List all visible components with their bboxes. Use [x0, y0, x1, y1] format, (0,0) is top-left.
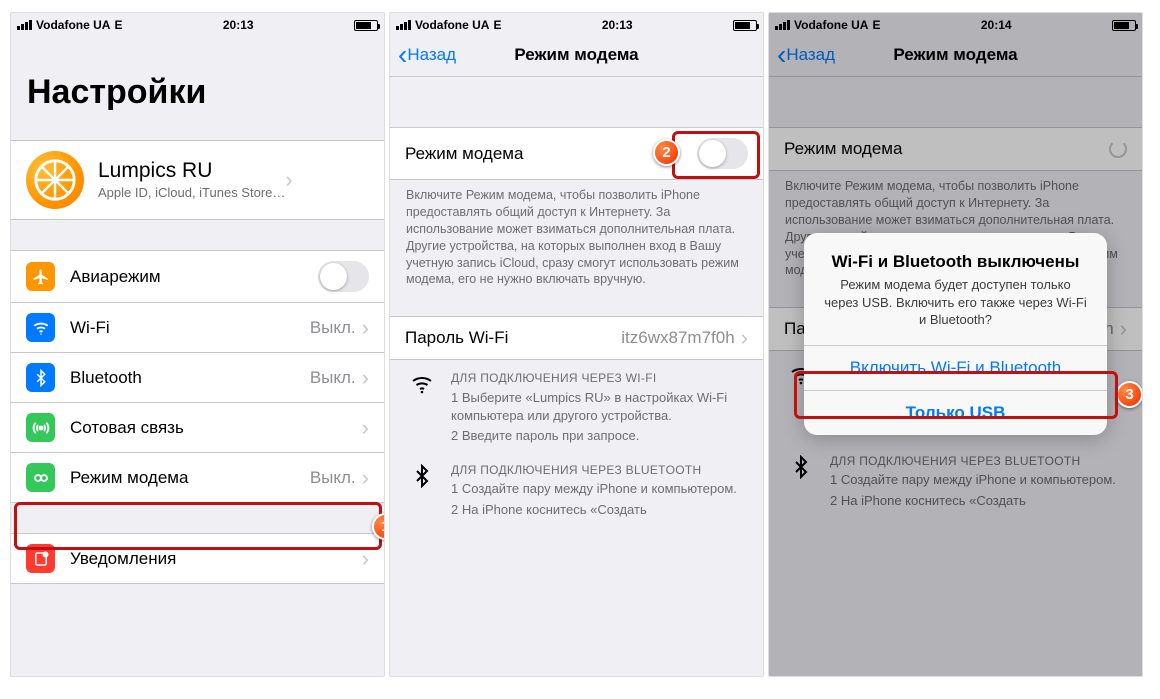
clock: 20:13	[602, 18, 633, 32]
alert-dialog: Wi-Fi и Bluetooth выключены Режим модема…	[804, 233, 1107, 435]
bluetooth-label: Bluetooth	[70, 368, 310, 388]
bluetooth-icon	[410, 462, 436, 519]
hotspot-description: Включите Режим модема, чтобы позволить i…	[390, 180, 763, 288]
hotspot-toggle[interactable]	[697, 138, 748, 169]
chevron-left-icon: ‹	[777, 41, 786, 69]
alert-message: Режим модема будет доступен только через…	[822, 276, 1089, 329]
signal-icon	[775, 20, 790, 30]
wifi-step-1: 1 Выберите «Lumpics RU» в настройках Wi-…	[451, 389, 743, 425]
hotspot-label: Режим модема	[70, 468, 310, 488]
bt-step-2: 2 На iPhone коснитесь «Создать	[451, 501, 737, 519]
carrier-label: Vodafone UA	[415, 18, 489, 32]
hotspot-toggle-label: Режим модема	[784, 139, 1109, 159]
network-label: E	[872, 18, 880, 32]
wifi-password-label: Пароль Wi-Fi	[405, 328, 621, 348]
back-label: Назад	[407, 45, 456, 65]
wifi-instructions-header: ДЛЯ ПОДКЛЮЧЕНИЯ ЧЕРЕЗ WI-FI	[451, 370, 743, 387]
avatar	[26, 151, 84, 209]
wifi-cell[interactable]: Wi-Fi Выкл. ›	[11, 302, 384, 352]
chevron-left-icon: ‹	[398, 41, 407, 69]
chevron-right-icon: ›	[362, 367, 369, 389]
callout-marker-3: 3	[1116, 381, 1143, 411]
status-bar: Vodafone UA E 20:13	[390, 13, 763, 33]
battery-icon	[354, 20, 378, 31]
carrier-label: Vodafone UA	[794, 18, 868, 32]
hotspot-toggle-cell[interactable]: Режим модема	[769, 127, 1142, 171]
wifi-step-2: 2 Введите пароль при запросе.	[451, 427, 743, 445]
screen-hotspot-alert: Vodafone UA E 20:14 ‹ Назад Режим модема…	[768, 12, 1143, 677]
wifi-label: Wi-Fi	[70, 318, 310, 338]
bluetooth-icon	[26, 363, 55, 392]
notifications-cell[interactable]: Уведомления ›	[11, 533, 384, 584]
apple-id-cell[interactable]: Lumpics RU Apple ID, iCloud, iTunes Stor…	[11, 140, 384, 220]
loading-spinner-icon	[1109, 140, 1127, 158]
chevron-right-icon: ›	[362, 548, 369, 570]
wifi-instructions: ДЛЯ ПОДКЛЮЧЕНИЯ ЧЕРЕЗ WI-FI 1 Выберите «…	[390, 360, 763, 445]
chevron-right-icon: ›	[362, 317, 369, 339]
wifi-password-cell[interactable]: Пароль Wi-Fi itz6wx87m7f0h ›	[390, 316, 763, 360]
clock: 20:13	[223, 18, 254, 32]
battery-icon	[733, 20, 757, 31]
signal-icon	[396, 20, 411, 30]
screen-hotspot: Vodafone UA E 20:13 ‹ Назад Режим модема…	[389, 12, 764, 677]
wifi-icon	[410, 370, 436, 445]
bluetooth-cell[interactable]: Bluetooth Выкл. ›	[11, 352, 384, 402]
status-bar: Vodafone UA E 20:13	[11, 13, 384, 33]
bt-step-1: 1 Создайте пару между iPhone и компьютер…	[451, 480, 737, 498]
back-label: Назад	[786, 45, 835, 65]
signal-icon	[17, 20, 32, 30]
bluetooth-value: Выкл.	[310, 368, 356, 388]
bt-instructions-header: ДЛЯ ПОДКЛЮЧЕНИЯ ЧЕРЕЗ BLUETOOTH	[451, 462, 737, 479]
chevron-right-icon: ›	[362, 417, 369, 439]
hotspot-icon	[26, 463, 55, 492]
carrier-label: Vodafone UA	[36, 18, 110, 32]
back-button[interactable]: ‹ Назад	[398, 41, 456, 69]
chevron-right-icon: ›	[741, 327, 748, 349]
bt-instructions-header: ДЛЯ ПОДКЛЮЧЕНИЯ ЧЕРЕЗ BLUETOOTH	[830, 453, 1116, 470]
battery-icon	[1112, 20, 1136, 31]
nav-bar: ‹ Назад Режим модема	[390, 33, 763, 77]
screen-settings: Vodafone UA E 20:13 Настройки Lumpics RU…	[10, 12, 385, 677]
callout-marker-1: 1	[372, 513, 385, 543]
profile-sub: Apple ID, iCloud, iTunes Store…	[98, 185, 285, 202]
bt-step-2: 2 На iPhone коснитесь «Создать	[830, 492, 1116, 510]
back-button[interactable]: ‹ Назад	[777, 41, 835, 69]
hotspot-cell[interactable]: Режим модема Выкл. ›	[11, 452, 384, 503]
bluetooth-icon	[789, 453, 815, 510]
bt-instructions: ДЛЯ ПОДКЛЮЧЕНИЯ ЧЕРЕЗ BLUETOOTH 1 Создай…	[769, 437, 1142, 510]
chevron-right-icon: ›	[362, 467, 369, 489]
callout-marker-2: 2	[653, 139, 683, 169]
hotspot-value: Выкл.	[310, 468, 356, 488]
wifi-password-value: itz6wx87m7f0h	[621, 328, 734, 348]
airplane-toggle[interactable]	[318, 261, 369, 292]
wifi-value: Выкл.	[310, 318, 356, 338]
network-label: E	[493, 18, 501, 32]
alert-title: Wi-Fi и Bluetooth выключены	[822, 251, 1089, 272]
chevron-right-icon: ›	[1120, 318, 1127, 340]
status-bar: Vodafone UA E 20:14	[769, 13, 1142, 33]
clock: 20:14	[981, 18, 1012, 32]
notifications-label: Уведомления	[70, 549, 362, 569]
hotspot-toggle-cell[interactable]: Режим модема	[390, 127, 763, 180]
bt-instructions: ДЛЯ ПОДКЛЮЧЕНИЯ ЧЕРЕЗ BLUETOOTH 1 Создай…	[390, 446, 763, 519]
notifications-icon	[26, 544, 55, 573]
network-label: E	[114, 18, 122, 32]
cellular-label: Сотовая связь	[70, 418, 362, 438]
cellular-icon	[26, 413, 55, 442]
cellular-cell[interactable]: Сотовая связь ›	[11, 402, 384, 452]
page-title: Настройки	[11, 33, 384, 120]
airplane-cell[interactable]: Авиарежим	[11, 250, 384, 302]
airplane-icon	[26, 262, 55, 291]
chevron-right-icon: ›	[285, 169, 292, 191]
alert-enable-wifi-bt-button[interactable]: Включить Wi-Fi и Bluetooth	[804, 345, 1107, 390]
wifi-icon	[26, 313, 55, 342]
profile-name: Lumpics RU	[98, 159, 285, 183]
bt-step-1: 1 Создайте пару между iPhone и компьютер…	[830, 471, 1116, 489]
airplane-label: Авиарежим	[70, 267, 318, 287]
nav-bar: ‹ Назад Режим модема	[769, 33, 1142, 77]
alert-usb-only-button[interactable]: Только USB	[804, 390, 1107, 435]
